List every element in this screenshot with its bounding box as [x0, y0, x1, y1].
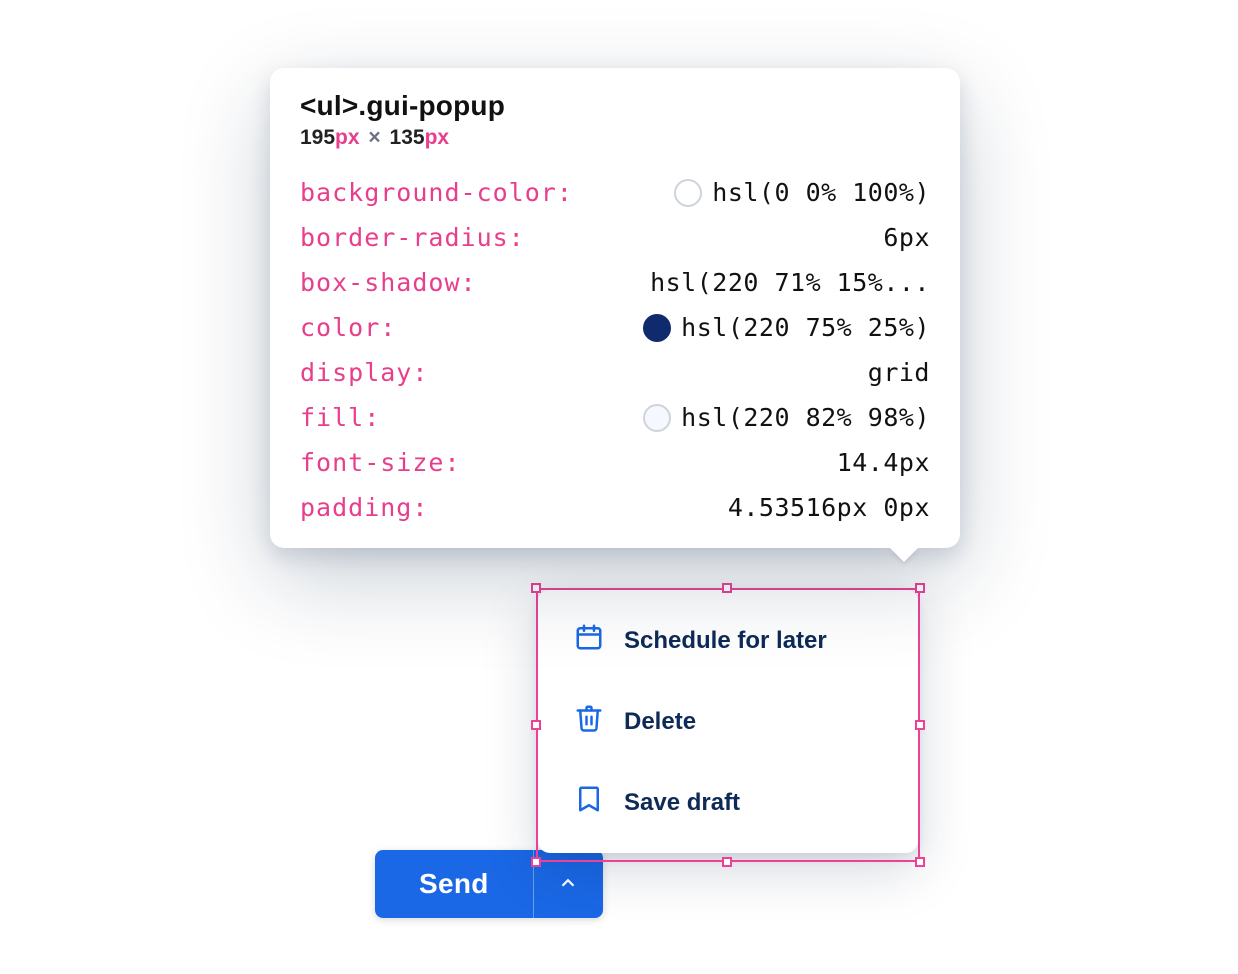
- popup-item-label: Delete: [624, 708, 696, 736]
- style-row-color: color: hsl(220 75% 25%): [300, 313, 930, 342]
- style-prop-name: fill: [300, 403, 364, 432]
- inspector-style-list: background-color: hsl(0 0% 100%) border-…: [300, 178, 930, 522]
- send-button[interactable]: Send: [375, 850, 533, 918]
- style-prop-name: display: [300, 358, 412, 387]
- style-prop-name: box-shadow: [300, 268, 461, 297]
- style-prop-name: color: [300, 313, 380, 342]
- style-colon: :: [557, 178, 572, 207]
- style-prop-value: 4.53516px 0px: [728, 493, 930, 522]
- popup-item-delete[interactable]: Delete: [538, 681, 918, 762]
- style-colon: :: [509, 223, 524, 252]
- popup-item-schedule[interactable]: Schedule for later: [538, 600, 918, 681]
- color-swatch-icon: [643, 314, 671, 342]
- bookmark-icon: [574, 784, 604, 821]
- style-row-font-size: font-size: 14.4px: [300, 448, 930, 477]
- style-colon: :: [380, 313, 395, 342]
- style-prop-value: hsl(220 71% 15%...: [650, 268, 930, 297]
- inspector-width: 195: [300, 126, 335, 149]
- style-prop-name: padding: [300, 493, 412, 522]
- trash-icon: [574, 703, 604, 740]
- inspector-handle-ne: [915, 583, 925, 593]
- inspector-handle-nw: [531, 583, 541, 593]
- send-button-label: Send: [419, 868, 489, 899]
- devtools-element-tooltip: <ul>.gui-popup 195px × 135px background-…: [270, 68, 960, 548]
- inspector-selector-tag: <ul>: [300, 90, 358, 121]
- popup-item-label: Schedule for later: [624, 627, 827, 655]
- calendar-icon: [574, 622, 604, 659]
- style-row-padding: padding: 4.53516px 0px: [300, 493, 930, 522]
- style-prop-name: font-size: [300, 448, 444, 477]
- popup-item-label: Save draft: [624, 789, 740, 817]
- color-swatch-icon: [674, 179, 702, 207]
- style-colon: :: [412, 493, 427, 522]
- style-row-border-radius: border-radius: 6px: [300, 223, 930, 252]
- inspector-height-unit: px: [425, 126, 450, 149]
- color-swatch-icon: [643, 404, 671, 432]
- send-more-button[interactable]: [533, 850, 603, 918]
- inspector-selector-class: .gui-popup: [358, 90, 505, 121]
- style-prop-value: grid: [868, 358, 930, 387]
- style-colon: :: [364, 403, 379, 432]
- inspector-dim-separator: ×: [365, 126, 383, 149]
- popup-item-save-draft[interactable]: Save draft: [538, 762, 918, 843]
- inspector-width-unit: px: [335, 126, 360, 149]
- gui-popup-menu: Schedule for later Delete Save draft: [538, 590, 918, 853]
- style-prop-value: 6px: [883, 223, 930, 252]
- inspector-height: 135: [390, 126, 425, 149]
- style-prop-name: background-color: [300, 178, 557, 207]
- style-prop-value: hsl(0 0% 100%): [712, 178, 930, 207]
- style-colon: :: [412, 358, 427, 387]
- style-prop-value: hsl(220 75% 25%): [681, 313, 930, 342]
- style-row-background-color: background-color: hsl(0 0% 100%): [300, 178, 930, 207]
- style-row-display: display: grid: [300, 358, 930, 387]
- inspector-dimensions: 195px × 135px: [300, 126, 930, 150]
- style-prop-value: hsl(220 82% 98%): [681, 403, 930, 432]
- inspector-handle-s: [722, 857, 732, 867]
- style-prop-value: 14.4px: [837, 448, 930, 477]
- style-row-box-shadow: box-shadow: hsl(220 71% 15%...: [300, 268, 930, 297]
- send-split-button: Send: [375, 850, 603, 918]
- inspector-selector: <ul>.gui-popup: [300, 90, 930, 122]
- style-row-fill: fill: hsl(220 82% 98%): [300, 403, 930, 432]
- style-prop-name: border-radius: [300, 223, 509, 252]
- inspector-handle-se: [915, 857, 925, 867]
- style-colon: :: [461, 268, 476, 297]
- chevron-up-icon: [557, 872, 579, 897]
- style-colon: :: [444, 448, 459, 477]
